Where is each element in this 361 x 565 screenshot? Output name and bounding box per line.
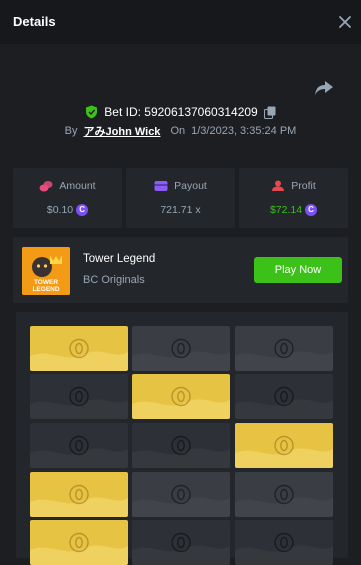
profit-stat: Profit $72.14 C — [239, 168, 348, 228]
coin-icon: C — [76, 204, 89, 216]
copy-icon[interactable] — [263, 106, 276, 119]
bet-id: Bet ID: 59206137060314209 — [104, 105, 258, 119]
game-name[interactable]: Tower Legend — [83, 253, 155, 265]
egg-icon — [30, 338, 128, 371]
coins-icon — [39, 181, 53, 192]
egg-icon — [235, 338, 333, 371]
amount-stat: Amount $0.10 C — [13, 168, 122, 228]
game-provider: BC Originals — [83, 274, 145, 286]
tower-tile — [132, 472, 230, 517]
share-icon[interactable] — [314, 79, 334, 97]
details-title: Details — [13, 14, 56, 29]
egg-icon — [132, 532, 230, 565]
game-board — [16, 312, 348, 565]
egg-icon — [132, 435, 230, 468]
tower-tile — [132, 326, 230, 371]
bet-stats: Amount $0.10 C Payout 721.71 x Profit $7… — [13, 168, 348, 228]
tower-tile — [30, 472, 128, 517]
bet-byline: By アみJohn Wick On 1/3/2023, 3:35:24 PM — [0, 123, 361, 139]
egg-icon — [132, 386, 230, 419]
egg-icon — [30, 532, 128, 565]
egg-icon — [132, 484, 230, 517]
tower-legend-logo: TOWER LEGEND — [22, 247, 70, 295]
egg-icon — [30, 386, 128, 419]
wallet-icon — [154, 181, 168, 191]
bet-datetime: 1/3/2023, 3:35:24 PM — [191, 125, 297, 137]
egg-icon — [235, 484, 333, 517]
egg-icon — [235, 435, 333, 468]
tower-tile — [235, 520, 333, 565]
coin-icon: C — [305, 204, 318, 216]
svg-text:TOWER: TOWER — [34, 279, 58, 286]
profit-icon — [272, 180, 285, 191]
tower-tile — [235, 326, 333, 371]
game-thumbnail[interactable]: TOWER LEGEND — [22, 247, 70, 295]
shield-check-icon — [86, 105, 98, 119]
tower-tile — [30, 520, 128, 565]
profit-value: $72.14 — [269, 204, 303, 216]
play-now-button[interactable]: Play Now — [254, 257, 342, 283]
on-label: On — [170, 125, 186, 137]
amount-value: $0.10 — [46, 204, 74, 216]
svg-text:LEGEND: LEGEND — [32, 286, 59, 293]
tower-tile — [235, 374, 333, 419]
tower-tile — [235, 423, 333, 468]
tower-tile — [30, 374, 128, 419]
tower-tile — [132, 374, 230, 419]
bet-id-line: Bet ID: 59206137060314209 — [0, 103, 361, 121]
egg-icon — [132, 338, 230, 371]
by-label: By — [64, 125, 78, 137]
tower-tile — [30, 423, 128, 468]
payout-label: Payout — [174, 180, 207, 192]
profit-label: Profit — [291, 180, 316, 192]
egg-icon — [235, 386, 333, 419]
payout-stat: Payout 721.71 x — [126, 168, 235, 228]
egg-icon — [235, 532, 333, 565]
egg-icon — [30, 484, 128, 517]
tower-tile — [235, 472, 333, 517]
payout-value: 721.71 x — [160, 204, 201, 216]
game-card: TOWER LEGEND Tower Legend BC Originals P… — [13, 237, 348, 303]
tower-tile — [30, 326, 128, 371]
tower-tile — [132, 423, 230, 468]
egg-icon — [30, 435, 128, 468]
amount-label: Amount — [59, 180, 96, 192]
tower-tile — [132, 520, 230, 565]
details-header: Details — [0, 0, 361, 44]
user-link[interactable]: アみJohn Wick — [84, 123, 161, 139]
close-icon[interactable] — [337, 14, 353, 30]
